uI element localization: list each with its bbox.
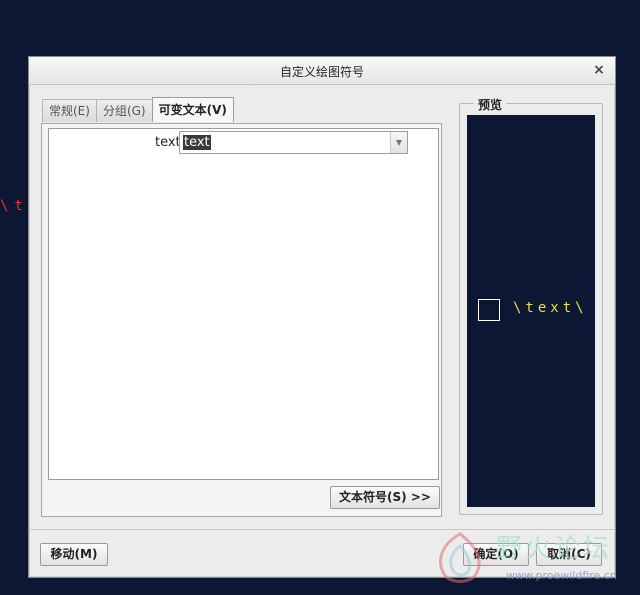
variable-text-value[interactable]: text <box>183 135 211 150</box>
preview-symbol-box <box>478 299 500 321</box>
variable-text-combobox[interactable]: text ▼ <box>179 131 408 154</box>
variable-text-label: text <box>155 135 181 150</box>
preview-group: 预览 \text\ <box>459 96 603 515</box>
variable-text-list: text text ▼ <box>48 128 439 480</box>
custom-drawing-symbol-dialog: 自定义绘图符号 × 常规(E) 分组(G) 可变文本(V) text text … <box>28 56 616 578</box>
text-symbol-button[interactable]: 文本符号(S) >> <box>330 486 440 509</box>
variable-text-panel: text text ▼ 文本符号(S) >> <box>41 123 442 517</box>
tab-variable-text[interactable]: 可变文本(V) <box>151 97 234 122</box>
dialog-title: 自定义绘图符号 <box>279 65 364 79</box>
preview-canvas: \text\ <box>467 115 595 507</box>
chevron-down-icon[interactable]: ▼ <box>390 132 407 153</box>
tab-bar: 常规(E) 分组(G) 可变文本(V) <box>42 97 234 123</box>
move-button[interactable]: 移动(M) <box>40 543 108 566</box>
preview-legend: 预览 <box>474 96 507 113</box>
preview-symbol-text: \text\ <box>513 300 588 316</box>
cancel-button[interactable]: 取消(C) <box>536 543 602 566</box>
dialog-titlebar[interactable]: 自定义绘图符号 × <box>29 57 615 85</box>
ok-button[interactable]: 确定(O) <box>463 543 529 566</box>
tab-general[interactable]: 常规(E) <box>42 99 97 122</box>
tab-grouping[interactable]: 分组(G) <box>95 99 153 122</box>
bottom-divider <box>29 529 615 530</box>
close-icon[interactable]: × <box>591 61 607 79</box>
